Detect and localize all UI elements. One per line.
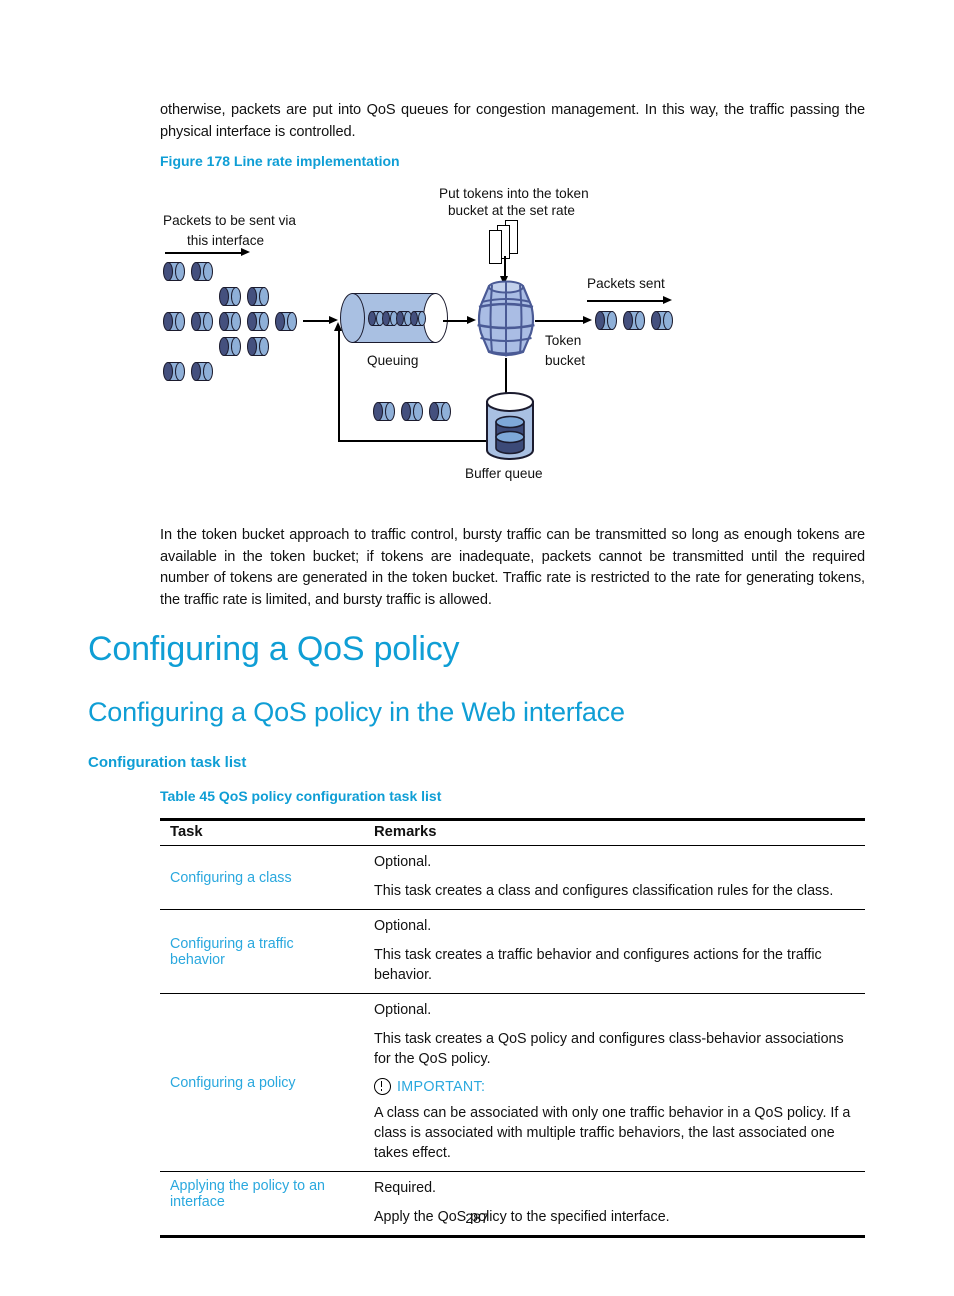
packet: [163, 362, 185, 381]
packets-sent-arrowhead: [663, 296, 672, 304]
link-line-1: Configuring a traffic: [170, 935, 294, 952]
packet: [219, 287, 241, 306]
packet: [219, 312, 241, 331]
link-configuring-a-policy[interactable]: Configuring a policy: [170, 1075, 296, 1091]
packet: [163, 262, 185, 281]
link-configuring-a-class[interactable]: Configuring a class: [170, 870, 292, 886]
important-label: IMPORTANT:: [397, 1078, 486, 1095]
packet: [247, 287, 269, 306]
table-caption: Table 45 QoS policy configuration task l…: [160, 788, 442, 804]
remark-optional: Optional.: [374, 854, 432, 870]
packets-in-label-line1: Packets to be sent via: [163, 213, 296, 228]
packet: [191, 262, 213, 281]
packets-in-label-line2: this interface: [187, 233, 265, 248]
remark-description: This task creates a class and configures…: [374, 883, 834, 899]
put-tokens-label-line2: bucket at the set rate: [448, 203, 575, 218]
remark-required: Required.: [374, 1180, 436, 1196]
line-rate-diagram: Packets to be sent via this interface Pu…: [155, 180, 715, 490]
queuing-label: Queuing: [367, 353, 419, 368]
packet-sent: [623, 311, 645, 330]
feedback-bottom-line: [338, 440, 486, 442]
remarks-cell: Optional. This task creates a traffic be…: [364, 909, 865, 994]
packet: [219, 337, 241, 356]
packet: [275, 312, 297, 331]
important-icon: [374, 1078, 391, 1095]
cluster-to-queue-line: [303, 320, 331, 322]
column-header-task: Task: [160, 818, 364, 846]
table-row: Configuring a class Optional. This task …: [160, 846, 865, 910]
table-row: Configuring a policy Optional. This task…: [160, 993, 865, 1172]
packets-sent-arrow-line: [587, 300, 665, 302]
task-cell: Configuring a traffic behavior: [160, 909, 364, 994]
remark-optional: Optional.: [374, 918, 432, 934]
subsection-heading: Configuration task list: [88, 754, 247, 771]
buffered-packet: [429, 402, 451, 421]
packet: [191, 362, 213, 381]
buffered-packet: [373, 402, 395, 421]
table-header-row: Task Remarks: [160, 818, 865, 846]
token-bucket-label-line1: Token: [545, 333, 582, 348]
task-cell: Configuring a policy: [160, 993, 364, 1172]
buffered-packet: [401, 402, 423, 421]
packet: [163, 312, 185, 331]
queued-packet: [410, 311, 426, 326]
bucket-to-out-line: [535, 320, 587, 322]
put-tokens-label-line1: Put tokens into the token: [439, 186, 589, 201]
task-cell: Applying the policy to an interface: [160, 1171, 364, 1238]
link-configuring-a-traffic-behavior[interactable]: Configuring a traffic behavior: [170, 936, 294, 968]
intro-paragraph: otherwise, packets are put into QoS queu…: [160, 102, 865, 140]
token-bucket-label-line2: bucket: [545, 353, 586, 368]
remark-description: This task creates a QoS policy and confi…: [374, 1031, 844, 1067]
queuing-cylinder: [340, 293, 448, 343]
table-row: Configuring a traffic behavior Optional.…: [160, 909, 865, 994]
table-row: Applying the policy to an interface Requ…: [160, 1171, 865, 1238]
remark-description: This task creates a traffic behavior and…: [374, 947, 822, 983]
column-header-remarks: Remarks: [364, 818, 865, 846]
link-line-2: behavior: [170, 951, 225, 968]
remarks-cell: Required. Apply the QoS policy to the sp…: [364, 1171, 865, 1238]
page-number: 287: [465, 1210, 489, 1226]
section-heading: Configuring a QoS policy in the Web inte…: [88, 697, 625, 727]
packet-sent: [595, 311, 617, 330]
important-note-header: IMPORTANT:: [374, 1078, 861, 1095]
figure-caption: Figure 178 Line rate implementation: [160, 153, 400, 169]
page-title: Configuring a QoS policy: [88, 630, 460, 668]
buffer-queue-cylinder: [485, 392, 535, 460]
link-line-1: Applying the policy to an: [170, 1178, 325, 1194]
token-bucket-paragraph: In the token bucket approach to traffic …: [160, 527, 865, 608]
task-cell: Configuring a class: [160, 846, 364, 910]
important-note-body: A class can be associated with only one …: [374, 1105, 851, 1161]
packet: [247, 337, 269, 356]
bucket-to-out-arrowhead: [583, 316, 592, 324]
document-page: otherwise, packets are put into QoS queu…: [0, 0, 954, 1296]
packets-in-arrowhead: [241, 248, 250, 256]
token-bucket-barrel: [475, 280, 537, 358]
packet: [247, 312, 269, 331]
feedback-left-line: [338, 328, 340, 441]
packets-sent-label: Packets sent: [587, 276, 665, 291]
packet: [191, 312, 213, 331]
qos-policy-task-table: Task Remarks Configuring a class Optiona…: [160, 818, 865, 1238]
link-applying-the-policy-to-an-interface[interactable]: Applying the policy to an interface: [170, 1178, 325, 1210]
barrel-svg: [477, 280, 535, 357]
buffer-svg: [486, 392, 534, 460]
packets-in-arrow-line: [165, 252, 243, 254]
remarks-cell: Optional. This task creates a class and …: [364, 846, 865, 910]
packet-sent: [651, 311, 673, 330]
remark-optional: Optional.: [374, 1002, 432, 1018]
buffer-queue-label: Buffer queue: [465, 466, 543, 481]
remarks-cell: Optional. This task creates a QoS policy…: [364, 993, 865, 1172]
feedback-arrowhead: [334, 322, 342, 331]
link-line-2: interface: [170, 1194, 225, 1210]
